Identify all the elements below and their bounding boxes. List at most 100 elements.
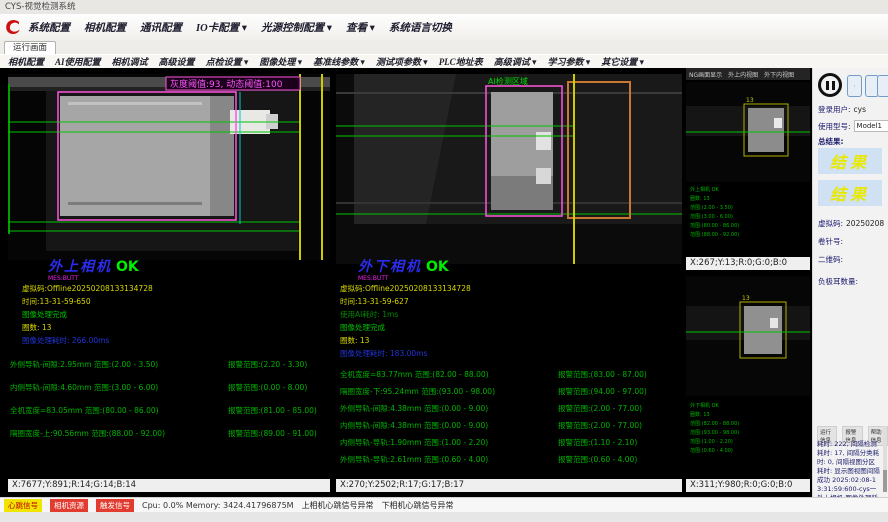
user-icon [854, 80, 855, 92]
measure-row: 外侧导轨-间隙:4.38mm 范围:(0.00 - 9.00) [340, 403, 558, 414]
trigger-type-lower: MES:BUTT [358, 275, 389, 282]
small-view-bottom[interactable]: 13 外下相机 OK 圈数: 13 范围:(82.00 - 88.00) 范围:… [686, 276, 810, 492]
needle-no-label: 卷针号: [818, 236, 843, 247]
qr-code-label: 二维码: [818, 254, 843, 265]
virtual-code-lower: 虚拟码:Offline20250208133134728 [340, 282, 471, 295]
main-workspace: 灰度阈值:93, 动态阈值:100 外上相机OK MES:BUTT 虚拟码:Of… [0, 68, 888, 497]
alarm-row: 报警范围:(81.00 - 85.00) [228, 405, 328, 416]
login-user-value: cys [854, 105, 866, 114]
camera-view-upper[interactable]: 灰度阈值:93, 动态阈值:100 外上相机OK MES:BUTT 虚拟码:Of… [8, 74, 330, 492]
tool-advanced-debug[interactable]: 高级调试 ▾ [494, 55, 537, 68]
camera-resource-badge: 相机资源 [50, 499, 88, 512]
tool-learning-params[interactable]: 学习参数 ▾ [547, 55, 590, 68]
alarm-row: 报警范围:(1.10 - 2.10) [558, 437, 680, 448]
info-scrollbar[interactable] [883, 426, 887, 492]
status-lower: 图像处理完成 [340, 321, 385, 334]
loop-count-upper: 圈数: 13 [22, 321, 51, 334]
small-image-bottom[interactable]: 13 [686, 276, 810, 396]
camera-image-upper[interactable]: 灰度阈值:93, 动态阈值:100 [8, 74, 330, 260]
loop-count-lower: 圈数: 13 [340, 334, 369, 347]
tool-camera-debug[interactable]: 相机调试 [112, 55, 148, 68]
alarm-row: 报警范围:(2.00 - 77.00) [558, 420, 680, 431]
camera-title-lower: 外下相机OK [358, 256, 449, 276]
tab-bar: 运行画面 [0, 40, 888, 54]
measure-row: 全机宽度=83.77mm 范围:(82.00 - 88.00) [340, 369, 558, 380]
camera-view-lower[interactable]: AI检测区域 外下相机OK MES:BUTT 虚拟码:Offline202502… [336, 74, 682, 492]
result-box-upper: 结果 [818, 148, 882, 174]
trigger-type-upper: MES:BUTT [48, 275, 79, 282]
tool-baseline-params[interactable]: 基准线参数 ▾ [313, 55, 365, 68]
measurement-rows-lower: 全机宽度=83.77mm 范围:(82.00 - 88.00) 报警范围:(83… [340, 369, 680, 465]
small-image-top[interactable]: 13 [686, 82, 810, 182]
small-view-bottom-text: 外下相机 OK 圈数: 13 范围:(82.00 - 88.00) 范围:(93… [690, 402, 739, 456]
tab-run-screen[interactable]: 运行画面 [4, 41, 56, 55]
tool-test-item-params[interactable]: 测试项参数 ▾ [376, 55, 428, 68]
pixel-coords-small-top: X:267;Y:13;R:0;G:0;B:0 [686, 257, 810, 270]
tool-spot-check-settings[interactable]: 点检设置 ▾ [206, 55, 249, 68]
measure-row: 内侧导轨-间隙:4.38mm 范围:(0.00 - 9.00) [340, 420, 558, 431]
menu-light-control-config[interactable]: 光源控制配置 ▾ [261, 20, 332, 35]
measure-row: 全机宽度=83.05mm 范围:(80.00 - 86.00) [10, 405, 228, 416]
tab-ng-display[interactable]: NG画面显示 [689, 70, 722, 79]
alarm-row: 报警范围:(83.00 - 87.00) [558, 369, 680, 380]
menu-io-card-config[interactable]: IO卡配置 ▾ [196, 20, 247, 35]
small-view-top-text: 外上相机 OK 圈数: 13 范围:(2.00 - 3.50) 范围:(3.00… [690, 186, 739, 240]
elapsed-upper: 图像处理耗时: 266.00ms [22, 334, 109, 347]
camera-image-lower[interactable]: AI检测区域 [336, 74, 682, 264]
window-titlebar: CYS-视觉检测系统 [0, 0, 888, 14]
alarm-row: 报警范围:(89.00 - 91.00) [228, 428, 328, 439]
model-label: 使用型号: [818, 121, 851, 132]
svg-text:13: 13 [746, 97, 754, 104]
tool-image-processing[interactable]: 图像处理 ▾ [259, 55, 302, 68]
right-panel: 登录用户: cys 使用型号: Model1 总结果: 结果 结果 虚拟码: 2… [812, 68, 888, 497]
menu-view[interactable]: 查看 ▾ [346, 20, 375, 35]
exit-button[interactable] [877, 75, 888, 97]
virtual-code-value: 20250208 [846, 219, 884, 228]
lower-camera-heartbeat-msg: 下相机心跳信号异常 [382, 500, 454, 511]
menu-language-switch[interactable]: 系统语言切换 [389, 20, 452, 35]
alarm-row: 报警范围:(0.60 - 4.00) [558, 454, 680, 465]
menu-comm-config[interactable]: 通讯配置 [140, 20, 182, 35]
menu-bar: 系统配置 相机配置 通讯配置 IO卡配置 ▾ 光源控制配置 ▾ 查看 ▾ 系统语… [0, 14, 888, 41]
model-input[interactable]: Model1 [854, 120, 888, 132]
status-bar: 心跳信号 相机资源 触发信号 Cpu: 0.0% Memory: 3424.41… [0, 497, 888, 512]
alarm-row: 报警范围:(94.00 - 97.00) [558, 386, 680, 397]
result-box-lower: 结果 [818, 180, 882, 206]
window-footer [0, 512, 888, 522]
measurement-rows-upper: 外侧导轨-间隙:2.95mm 范围:(2.00 - 3.50) 报警范围:(2.… [10, 359, 328, 439]
cpu-memory-text: Cpu: 0.0% Memory: 3424.41796875M [142, 501, 294, 510]
heartbeat-status-badge: 心跳信号 [4, 499, 42, 512]
login-user-label: 登录用户: [818, 104, 851, 115]
tool-plc-address-table[interactable]: PLC地址表 [439, 55, 483, 68]
tab-lower-inner-view[interactable]: 外下内视图 [764, 70, 794, 79]
ai-time-lower: 使用AI耗时: 1ms [340, 308, 398, 321]
menu-system-config[interactable]: 系统配置 [28, 20, 70, 35]
measure-row: 内侧导轨-导轨:1.90mm 范围:(1.00 - 2.20) [340, 437, 558, 448]
tool-camera-config[interactable]: 相机配置 [8, 55, 44, 68]
user-button[interactable] [847, 75, 862, 97]
threshold-overlay-text: 灰度阈值:93, 动态阈值:100 [170, 78, 283, 90]
tab-upper-inner-view[interactable]: 外上内视图 [728, 70, 758, 79]
tool-advanced-settings[interactable]: 高级设置 [159, 55, 195, 68]
total-result-label: 总结果: [818, 136, 844, 147]
measure-row: 内侧导轨-间隙:4.60mm 范围:(3.00 - 6.00) [10, 382, 228, 393]
time-lower: 时间:13-31-59-627 [340, 295, 409, 308]
measure-row: 隔圈宽度-下:95.24mm 范围:(93.00 - 98.00) [340, 386, 558, 397]
pixel-coords-upper: X:7677;Y:891;R:14;G:14;B:14 [8, 479, 330, 492]
pixel-coords-lower: X:270;Y:2502;R:17;G:17;B:17 [336, 479, 682, 492]
tool-other-settings[interactable]: 其它设置 ▾ [601, 55, 644, 68]
upper-camera-heartbeat-msg: 上相机心跳信号异常 [302, 500, 374, 511]
menu-camera-config[interactable]: 相机配置 [84, 20, 126, 35]
result-ok-lower: OK [426, 259, 449, 275]
virtual-code-label: 虚拟码: [818, 218, 843, 229]
trigger-signal-badge: 触发信号 [96, 499, 134, 512]
small-view-top[interactable]: 13 外上相机 OK 圈数: 13 范围:(2.00 - 3.50) 范围:(3… [686, 82, 810, 270]
tool-ai-usage-config[interactable]: AI使用配置 [55, 55, 101, 68]
app-window: CYS-视觉检测系统 系统配置 相机配置 通讯配置 IO卡配置 ▾ 光源控制配置… [0, 0, 888, 522]
measure-row: 外侧导轨-间隙:2.95mm 范围:(2.00 - 3.50) [10, 359, 228, 370]
pixel-coords-small-bottom: X:311;Y:980;R:0;G:0;B:0 [686, 479, 810, 492]
elapsed-lower: 图像处理耗时: 183.00ms [340, 347, 427, 360]
pause-button[interactable] [818, 73, 842, 97]
virtual-code-upper: 虚拟码:Offline20250208133134728 [22, 282, 153, 295]
alarm-row: 报警范围:(2.00 - 77.00) [558, 403, 680, 414]
